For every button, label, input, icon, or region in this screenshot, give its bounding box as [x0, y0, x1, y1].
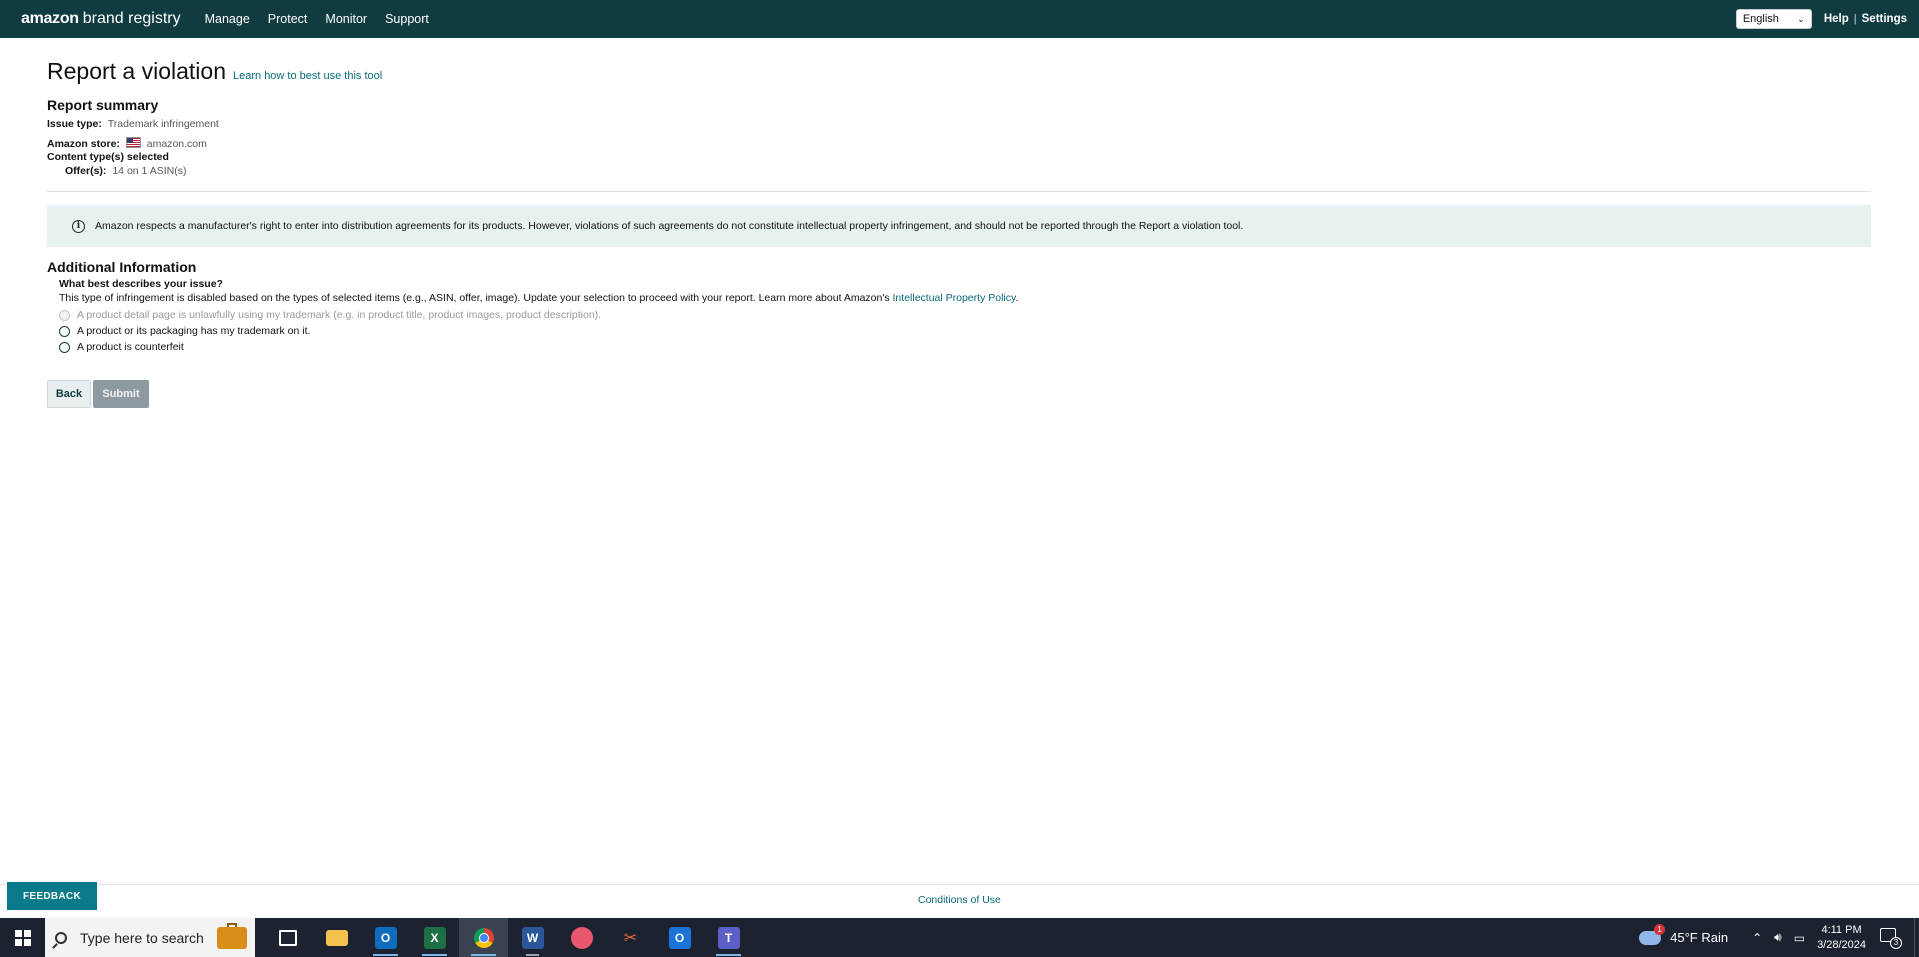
task-view-icon — [278, 929, 297, 946]
clock-time: 4:11 PM — [1821, 923, 1862, 936]
action-buttons: Back Submit — [47, 380, 149, 408]
ip-policy-period: . — [1015, 292, 1019, 304]
page-title: Report a violation — [47, 58, 226, 84]
ip-policy-link[interactable]: Intellectual Property Policy — [893, 292, 1016, 304]
amazon-store-label: Amazon store: — [47, 138, 120, 150]
nav-support[interactable]: Support — [385, 12, 429, 26]
chevron-up-icon[interactable]: ⌃ — [1752, 931, 1762, 945]
language-value: English — [1742, 13, 1779, 25]
search-icon — [55, 931, 67, 944]
weather-text: 45°F Rain — [1670, 930, 1729, 945]
radio-detail-page — [59, 309, 70, 321]
brand-registry-logo[interactable]: amazon brand registry — [21, 10, 181, 28]
chevron-down-icon: ⌄ — [1797, 13, 1805, 24]
content-types-label: Content type(s) selected — [47, 151, 169, 163]
option-detail-page-label: A product detail page is unlawfully usin… — [77, 309, 602, 321]
option-packaging[interactable]: A product or its packaging has my tradem… — [59, 325, 310, 337]
back-button[interactable]: Back — [47, 380, 91, 408]
folder-icon — [325, 929, 348, 946]
issue-type-label: Issue type: — [47, 118, 102, 130]
nav-separator: | — [1853, 13, 1857, 25]
offers-row: Offer(s): 14 on 1 ASIN(s) — [65, 165, 186, 177]
offers-label: Offer(s): — [65, 165, 107, 177]
page-title-row: Report a violation Learn how to best use… — [47, 58, 382, 85]
option-counterfeit-label[interactable]: A product is counterfeit — [77, 341, 184, 353]
us-flag-icon — [125, 137, 141, 148]
radio-counterfeit[interactable] — [59, 341, 70, 353]
outlook-new-icon: O — [668, 926, 691, 949]
option-packaging-label[interactable]: A product or its packaging has my tradem… — [77, 325, 310, 337]
chrome-icon — [473, 927, 494, 948]
taskbar-search[interactable]: Type here to search — [45, 918, 255, 957]
outlook-button[interactable]: O — [361, 918, 410, 957]
footer-divider — [0, 884, 1919, 885]
disabled-note-text: This type of infringement is disabled ba… — [59, 292, 890, 304]
teams-button[interactable]: T — [704, 918, 753, 957]
feedback-button[interactable]: FEEDBACK — [7, 882, 97, 910]
option-detail-page: A product detail page is unlawfully usin… — [59, 309, 601, 321]
volume-icon[interactable]: 🔊︎ — [1774, 930, 1782, 945]
content-types-row: Content type(s) selected — [47, 151, 169, 163]
outlook-new-button[interactable]: O — [655, 918, 704, 957]
disabled-note: This type of infringement is disabled ba… — [59, 292, 1018, 304]
settings-link[interactable]: Settings — [1862, 13, 1907, 25]
excel-icon: X — [423, 926, 446, 949]
system-tray: 1 45°F Rain ⌃ 🔊︎ ▭ 4:11 PM 3/28/2024 3 — [1639, 918, 1919, 957]
screen-recorder-button[interactable] — [557, 918, 606, 957]
language-select[interactable]: English ⌄ — [1735, 9, 1812, 29]
clock-date: 3/28/2024 — [1817, 938, 1866, 951]
weather-widget[interactable]: 1 45°F Rain — [1639, 923, 1729, 945]
learn-how-link[interactable]: Learn how to best use this tool — [233, 70, 382, 82]
taskbar-search-placeholder: Type here to search — [80, 929, 204, 946]
offers-value: 14 on 1 ASIN(s) — [112, 165, 187, 177]
network-icon[interactable]: ▭ — [1794, 931, 1805, 945]
briefcase-icon — [217, 922, 247, 949]
info-icon: i — [72, 219, 85, 233]
show-desktop-button[interactable] — [1914, 918, 1919, 957]
word-icon: W — [521, 926, 544, 949]
info-banner-text: Amazon respects a manufacturer's right t… — [95, 220, 1244, 232]
file-explorer-button[interactable] — [312, 918, 361, 957]
amazon-store-value: amazon.com — [146, 138, 207, 150]
additional-information-heading: Additional Information — [47, 259, 197, 275]
weather-rain-icon: 1 — [1639, 923, 1666, 945]
start-button[interactable] — [0, 918, 45, 957]
windows-logo-icon — [14, 929, 31, 946]
top-nav-bar: amazon brand registry Manage Protect Mon… — [0, 0, 1919, 38]
report-summary-heading: Report summary — [47, 97, 159, 113]
scissors-icon: ✂ — [623, 929, 638, 947]
issue-question: What best describes your issue? — [59, 278, 223, 290]
word-button[interactable]: W — [508, 918, 557, 957]
notification-center-button[interactable]: 3 — [1880, 927, 1902, 949]
notification-count: 3 — [1890, 936, 1902, 949]
issue-type-value: Trademark infringement — [107, 118, 219, 130]
nav-manage[interactable]: Manage — [205, 12, 250, 26]
recorder-icon — [570, 926, 593, 949]
teams-icon: T — [717, 926, 740, 949]
windows-taskbar: Type here to search O X W ✂ O T 1 45°F R… — [0, 918, 1919, 957]
nav-right-group: English ⌄ Help | Settings — [1735, 9, 1907, 29]
excel-button[interactable]: X — [410, 918, 459, 957]
main-nav: Manage Protect Monitor Support — [205, 12, 447, 26]
clock[interactable]: 4:11 PM 3/28/2024 — [1817, 923, 1866, 953]
snipping-tool-button[interactable]: ✂ — [606, 918, 655, 957]
amazon-store-row: Amazon store: amazon.com — [47, 137, 207, 150]
logo-brand-registry-text: brand registry — [82, 10, 181, 27]
radio-packaging[interactable] — [59, 325, 70, 337]
option-counterfeit[interactable]: A product is counterfeit — [59, 341, 184, 353]
taskbar-apps: O X W ✂ O T — [263, 918, 753, 957]
weather-badge: 1 — [1654, 923, 1666, 935]
submit-button[interactable]: Submit — [93, 380, 149, 408]
nav-monitor[interactable]: Monitor — [325, 12, 367, 26]
info-banner: i Amazon respects a manufacturer's right… — [47, 205, 1871, 247]
issue-type-row: Issue type: Trademark infringement — [47, 118, 219, 130]
task-view-button[interactable] — [263, 918, 312, 957]
conditions-of-use-link[interactable]: Conditions of Use — [918, 894, 1001, 906]
nav-protect[interactable]: Protect — [268, 12, 308, 26]
outlook-icon: O — [374, 926, 397, 949]
section-divider — [47, 191, 1871, 192]
chrome-button[interactable] — [459, 918, 508, 957]
logo-amazon-text: amazon — [21, 10, 79, 27]
help-link[interactable]: Help — [1824, 13, 1849, 25]
